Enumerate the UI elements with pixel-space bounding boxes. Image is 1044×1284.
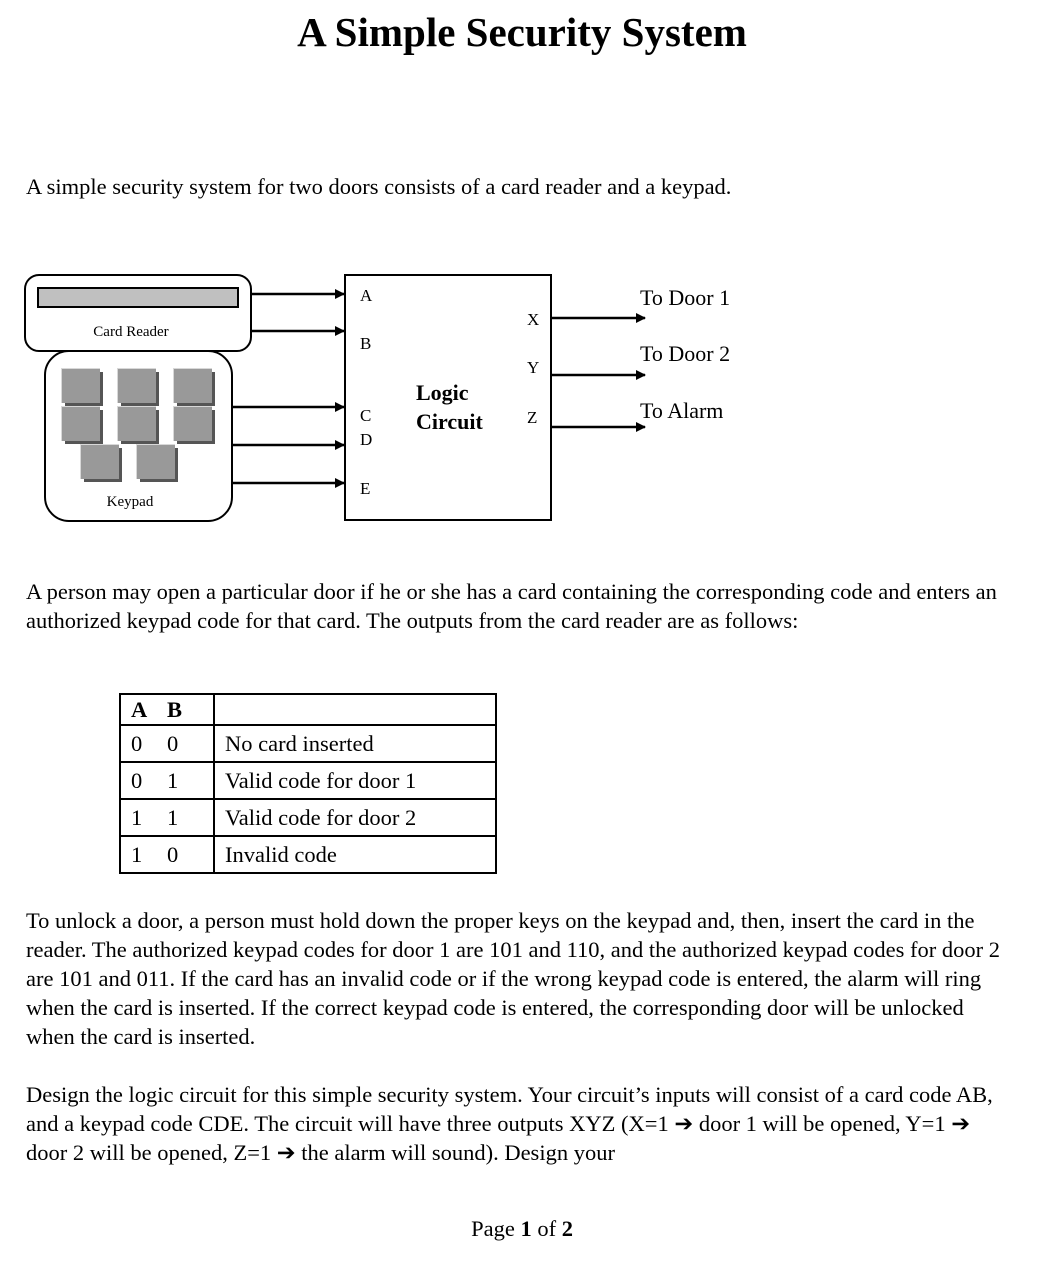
output-label-x: X [527, 310, 539, 329]
page-title: A Simple Security System [297, 9, 747, 55]
cell-b: 0 [167, 730, 179, 756]
cell-a: 0 [131, 767, 143, 793]
keypad-key [117, 368, 159, 406]
keypad-label: Keypad [107, 494, 154, 510]
header-b: B [167, 696, 183, 722]
footer-prefix: Page [471, 1216, 521, 1241]
input-label-e: E [360, 479, 370, 498]
input-label-b: B [360, 334, 371, 353]
keypad-key [117, 406, 159, 444]
table-header-row: AB [119, 693, 497, 726]
logic-label-line2: Circuit [416, 409, 483, 434]
logic-circuit: A B C D E X Y Z Logic Circuit [344, 274, 552, 521]
cell-b: 1 [167, 804, 179, 830]
output-arrows [551, 313, 646, 432]
card-slot [37, 287, 239, 308]
input-label-d: D [360, 430, 372, 449]
cell-a: 0 [131, 730, 143, 756]
keypad-key [173, 406, 215, 444]
card-reader-label: Card Reader [93, 324, 168, 340]
input-label-a: A [360, 286, 373, 305]
cell-desc: No card inserted [213, 724, 497, 763]
cell-a: 1 [131, 841, 143, 867]
table-row: 00 No card inserted [119, 724, 497, 763]
keypad: Keypad [44, 350, 233, 522]
logic-label-line1: Logic [416, 380, 469, 405]
keypad-key [80, 444, 122, 482]
design-paragraph: Design the logic circuit for this simple… [26, 1082, 993, 1165]
card-code-table: AB 00 No card inserted 01 Valid code for… [119, 693, 497, 874]
card-reader: Card Reader [24, 274, 252, 352]
keypad-key [61, 368, 103, 406]
table-row: 11 Valid code for door 2 [119, 798, 497, 837]
intro-paragraph: A simple security system for two doors c… [26, 174, 732, 199]
cell-desc: Valid code for door 1 [213, 761, 497, 800]
output-label-y: Y [527, 358, 539, 377]
total-pages: 2 [561, 1216, 573, 1241]
target-door-1: To Door 1 [640, 285, 730, 310]
header-a: A [131, 696, 148, 722]
cell-desc: Invalid code [213, 835, 497, 874]
table-row: 01 Valid code for door 1 [119, 761, 497, 800]
footer-middle: of [531, 1216, 562, 1241]
cell-a: 1 [131, 804, 143, 830]
keypad-key [61, 406, 103, 444]
current-page: 1 [520, 1216, 532, 1241]
input-label-c: C [360, 406, 371, 425]
table-row: 10 Invalid code [119, 835, 497, 874]
unlock-paragraph: To unlock a door, a person must hold dow… [26, 908, 1001, 1049]
cell-b: 0 [167, 841, 179, 867]
keypad-key [136, 444, 178, 482]
target-alarm: To Alarm [640, 398, 723, 423]
page-footer: Page 1 of 2 [0, 1216, 1044, 1242]
cell-b: 1 [167, 767, 179, 793]
card-description-paragraph: A person may open a particular door if h… [26, 579, 997, 633]
system-diagram: Card Reader Keypad A B C D E X Y Z Logic… [24, 274, 730, 522]
target-door-2: To Door 2 [640, 341, 730, 366]
header-desc [213, 693, 497, 726]
cell-desc: Valid code for door 2 [213, 798, 497, 837]
output-label-z: Z [527, 408, 537, 427]
keypad-key [173, 368, 215, 406]
